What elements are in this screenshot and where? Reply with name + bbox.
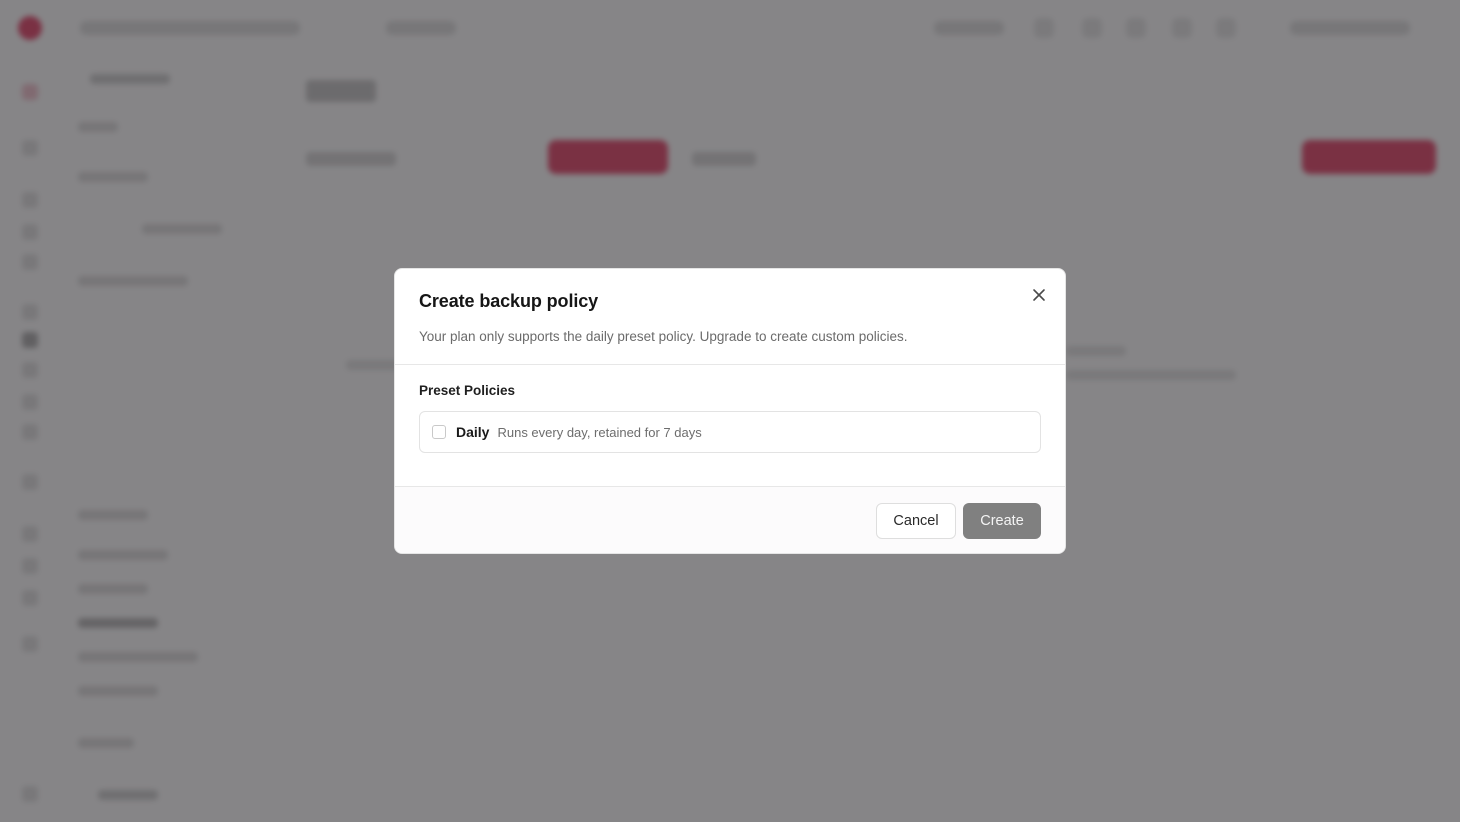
policy-description: Runs every day, retained for 7 days (497, 424, 702, 440)
dialog-body: Preset Policies Daily Runs every day, re… (395, 364, 1065, 486)
create-button[interactable]: Create (963, 503, 1041, 539)
dialog-description: Your plan only supports the daily preset… (419, 329, 908, 344)
policy-name: Daily (456, 424, 490, 440)
dialog-footer: Cancel Create (395, 486, 1065, 553)
cancel-button[interactable]: Cancel (876, 503, 956, 539)
dialog-title: Create backup policy (419, 291, 599, 311)
create-backup-policy-dialog: Create backup policy Your plan only supp… (394, 268, 1066, 554)
close-button[interactable] (1027, 283, 1051, 307)
policy-checkbox[interactable] (432, 425, 446, 439)
close-icon (1033, 289, 1045, 301)
preset-policies-label: Preset Policies (419, 383, 516, 398)
dialog-header: Create backup policy Your plan only supp… (395, 269, 1065, 365)
policy-option-daily[interactable]: Daily Runs every day, retained for 7 day… (419, 411, 1041, 453)
